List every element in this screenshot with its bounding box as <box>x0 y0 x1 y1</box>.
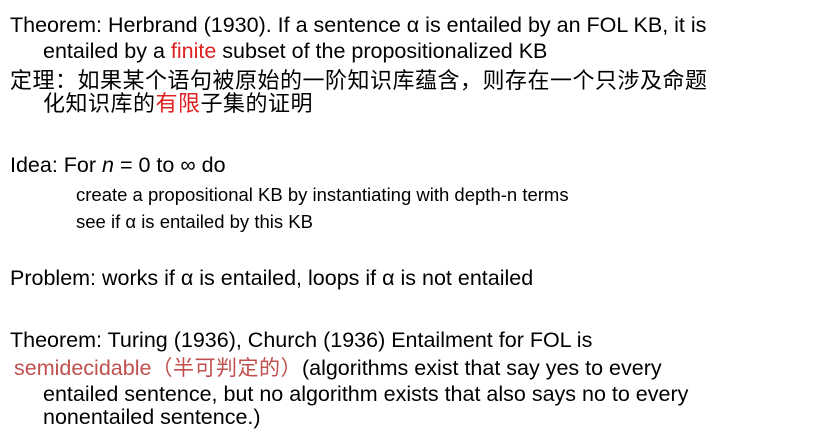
theorem2-line1: Theorem: Turing (1936), Church (1936) En… <box>10 328 593 352</box>
theorem2-line4: nonentailed sentence.) <box>43 405 261 429</box>
theorem1-cn-line2-pre: 化知识库的 <box>43 92 156 117</box>
idea-pre: Idea: For <box>10 153 103 177</box>
theorem1-line2: entailed by a finite subset of the propo… <box>43 38 547 64</box>
theorem2-line2: semidecidable（半可判定的）(algorithms exist th… <box>14 355 662 381</box>
idea-step1: create a propositional KB by instantiati… <box>76 184 569 205</box>
theorem1-cn-line2: 化知识库的有限子集的证明 <box>43 92 313 118</box>
youxian-highlight: 有限 <box>155 92 201 117</box>
theorem1-cn-line2-post: 子集的证明 <box>200 92 314 117</box>
finite-highlight: finite <box>170 39 217 63</box>
theorem1-line2-post: subset of the propositionalized KB <box>216 39 548 63</box>
theorem1-line2-pre: entailed by a <box>43 39 171 63</box>
theorem1-line1: Theorem: Herbrand (1930). If a sentence … <box>10 13 707 37</box>
theorem2-line2-post: (algorithms exist that say yes to every <box>301 356 662 380</box>
idea-line: Idea: For n = 0 to ∞ do <box>10 152 226 178</box>
semidecidable-highlight: semidecidable <box>14 356 152 380</box>
idea-post: = 0 to ∞ do <box>113 153 226 177</box>
semidecidable-cn: （半可判定的） <box>151 356 302 380</box>
idea-var: n <box>102 153 114 177</box>
problem-line: Problem: works if α is entailed, loops i… <box>10 266 534 290</box>
idea-step2: see if α is entailed by this KB <box>76 211 313 232</box>
